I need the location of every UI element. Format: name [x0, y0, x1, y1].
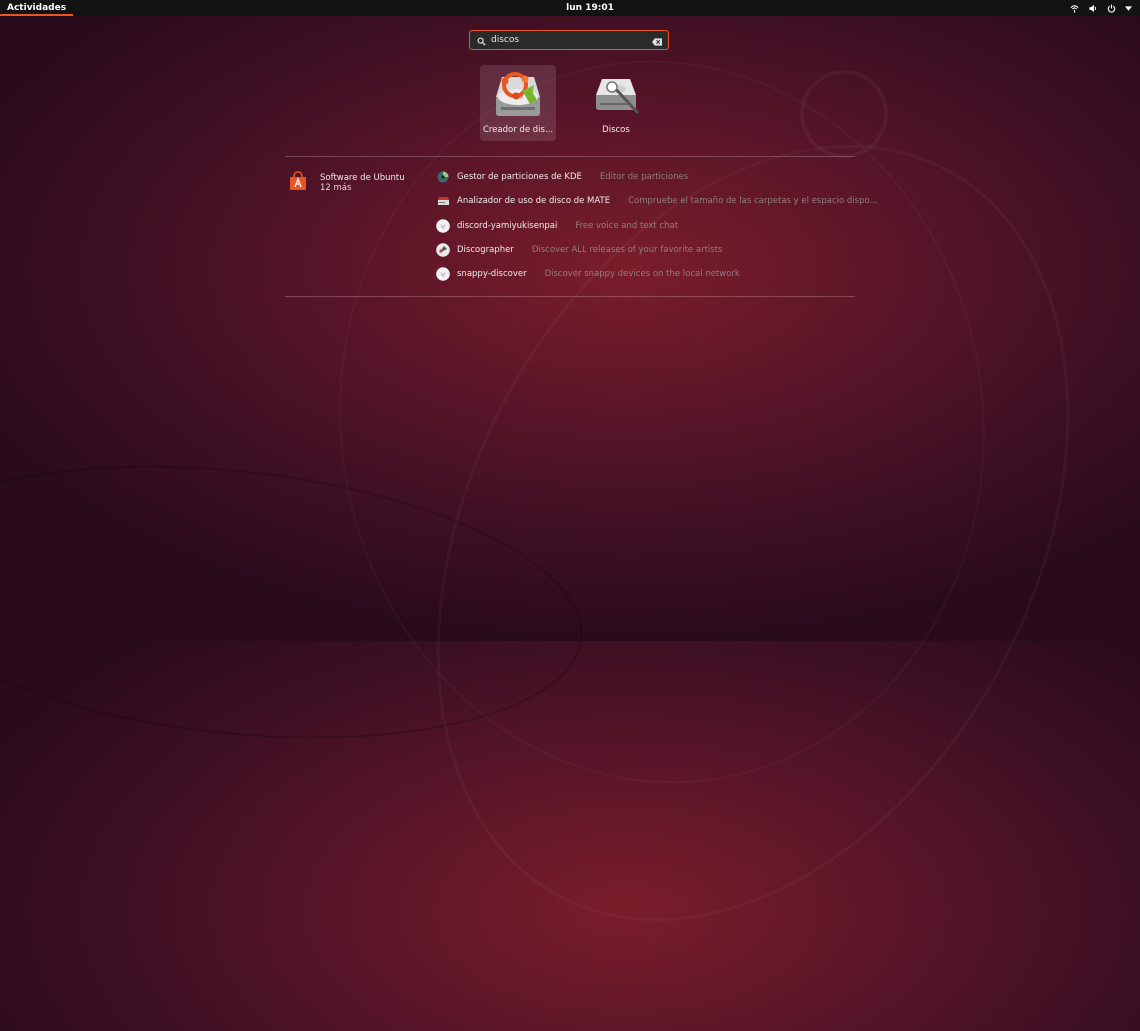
disk-usage-analyzer-icon [436, 194, 450, 208]
result-description: Discover snappy devices on the local net… [544, 269, 740, 279]
chevron-down-icon[interactable] [1125, 5, 1132, 11]
disks-icon [596, 79, 640, 115]
snappy-discover-icon [436, 267, 450, 281]
wifi-icon[interactable] [1070, 4, 1079, 13]
provider-more-count[interactable]: 12 más [320, 183, 351, 193]
clear-icon[interactable] [652, 31, 662, 50]
separator [285, 296, 855, 297]
wallpaper-swoosh [0, 433, 596, 771]
result-name: Discographer [457, 245, 514, 255]
result-row[interactable]: snappy-discover Discover snappy devices … [436, 266, 740, 282]
wallpaper-swoosh [309, 35, 1140, 1030]
discord-snap-icon [436, 219, 450, 233]
result-row[interactable]: discord-yamiyukisenpai Free voice and te… [436, 218, 678, 234]
wallpaper-circle [800, 70, 888, 158]
clock[interactable]: lun 19:01 [540, 0, 640, 16]
result-name: Analizador de uso de disco de MATE [457, 196, 611, 206]
result-name: discord-yamiyukisenpai [457, 221, 558, 231]
startup-disk-creator-icon [496, 72, 540, 116]
result-description: Free voice and text chat [575, 221, 679, 231]
activities-button[interactable]: Actividades [0, 0, 74, 16]
volume-icon[interactable] [1088, 4, 1098, 13]
provider-name: Software de Ubuntu [320, 173, 405, 183]
app-startup-disk-creator[interactable]: Creador de dis... [480, 65, 556, 141]
top-panel: Actividades lun 19:01 [0, 0, 1140, 16]
partition-manager-icon [436, 170, 450, 184]
wallpaper-swoosh [293, 19, 1031, 826]
result-description: Compruebe el tamaño de las carpetas y el… [628, 196, 878, 206]
app-label: Discos [602, 125, 630, 135]
result-row[interactable]: Analizador de uso de disco de MATE Compr… [436, 193, 878, 209]
result-name: Gestor de particiones de KDE [457, 172, 582, 182]
result-description: Discover ALL releases of your favorite a… [531, 245, 723, 255]
result-description: Editor de particiones [599, 172, 689, 182]
app-disks[interactable]: Discos [578, 65, 654, 141]
separator [285, 156, 855, 157]
search-icon [477, 31, 486, 50]
system-tray[interactable] [1070, 0, 1132, 16]
result-row[interactable]: Discographer Discover ALL releases of yo… [436, 242, 722, 258]
power-icon[interactable] [1107, 4, 1116, 13]
search-field[interactable] [469, 30, 669, 50]
discographer-icon [436, 243, 450, 257]
app-label: Creador de dis... [482, 125, 554, 135]
search-input[interactable] [486, 31, 652, 49]
ubuntu-software-icon [290, 171, 306, 190]
result-row[interactable]: Gestor de particiones de KDE Editor de p… [436, 169, 688, 185]
result-name: snappy-discover [457, 269, 527, 279]
